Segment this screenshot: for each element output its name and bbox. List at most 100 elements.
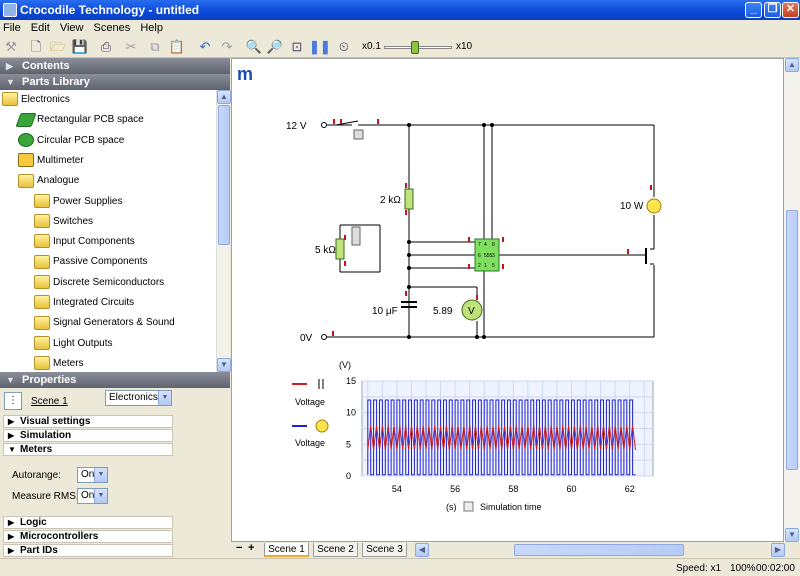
capacitor-icon[interactable] xyxy=(401,301,417,337)
transistor-icon[interactable] xyxy=(645,248,654,265)
tree-scroll-thumb[interactable] xyxy=(218,105,230,245)
ground-label: 0V xyxy=(300,333,313,344)
tree-item-label: Meters xyxy=(53,357,84,369)
timer-icon[interactable]: ⏲ xyxy=(335,38,353,56)
expanded-arrow-icon: ▼ xyxy=(6,77,15,87)
collapsed-arrow-icon: ▶ xyxy=(6,61,13,71)
tab-scene-1[interactable]: Scene 1 xyxy=(264,543,309,557)
menu-edit[interactable]: Edit xyxy=(28,20,54,34)
tree-item[interactable]: Integrated Circuits xyxy=(34,294,134,312)
remove-scene-button[interactable]: − xyxy=(236,542,242,554)
tree-item[interactable]: Electronics xyxy=(2,91,70,109)
parts-library-label: Parts Library xyxy=(22,76,90,88)
canvas-h-scroll-thumb[interactable] xyxy=(514,544,684,556)
tree-item[interactable]: Input Components xyxy=(34,233,135,251)
pause-icon[interactable]: ❚❚ xyxy=(309,38,331,56)
paste-icon[interactable]: 📋 xyxy=(168,38,186,56)
new-file-icon[interactable]: 🗋 xyxy=(27,38,45,56)
tab-scene-3[interactable]: Scene 3 xyxy=(362,543,407,557)
scroll-down-button[interactable]: ▼ xyxy=(217,358,231,372)
undo-icon[interactable]: ↶ xyxy=(196,38,214,56)
tree-item[interactable]: Meters xyxy=(34,355,84,370)
menu-file[interactable]: File xyxy=(0,20,25,34)
scene-type-select[interactable]: Electronics ▼ xyxy=(105,390,172,406)
expanded-arrow-icon: ▼ xyxy=(8,445,16,454)
lamp-icon[interactable] xyxy=(646,198,662,214)
zoom-fit-icon[interactable]: ⊡ xyxy=(288,38,306,56)
measure-rms-label: Measure RMS: xyxy=(12,491,79,502)
collapsed-arrow-icon: ▶ xyxy=(8,518,15,527)
group-part-ids[interactable]: ▶ Part IDs xyxy=(3,544,173,557)
group-microcontrollers[interactable]: ▶ Microcontrollers xyxy=(3,530,173,543)
speed-slider-thumb[interactable] xyxy=(411,41,419,54)
supply-terminal-icon xyxy=(321,122,327,340)
tree-item[interactable]: Analogue xyxy=(18,172,79,190)
tree-item-label: Input Components xyxy=(53,236,135,248)
tree-item[interactable]: Passive Components xyxy=(34,253,148,271)
copy-icon[interactable]: ⧉ xyxy=(146,38,164,56)
tree-item[interactable]: Rectangular PCB space xyxy=(15,111,144,129)
scroll-up-button[interactable]: ▲ xyxy=(217,90,231,104)
x-unit-dropdown-icon[interactable] xyxy=(463,501,474,512)
menu-scenes[interactable]: Scenes xyxy=(91,20,135,34)
group-label: Part IDs xyxy=(20,545,58,556)
tree-item[interactable]: Circular PCB space xyxy=(18,132,124,150)
tree-item[interactable]: Signal Generators & Sound xyxy=(34,314,175,332)
voltmeter-icon[interactable]: V xyxy=(461,299,483,321)
tree-item[interactable]: Light Outputs xyxy=(34,335,112,353)
tree-item[interactable]: Switches xyxy=(34,213,93,231)
scene-name[interactable]: Scene 1 xyxy=(31,396,68,407)
minimize-button[interactable]: _ xyxy=(745,2,762,18)
restore-button[interactable]: ❐ xyxy=(764,2,781,18)
print-icon[interactable]: ⎙ xyxy=(97,38,115,56)
scroll-up-button[interactable]: ▲ xyxy=(785,58,799,72)
scroll-down-button[interactable]: ▼ xyxy=(785,528,799,542)
tab-scene-2[interactable]: Scene 2 xyxy=(313,543,358,557)
graph-legend: Voltage Voltage xyxy=(292,379,329,448)
resistor-icon[interactable] xyxy=(404,188,414,210)
voltage-graph[interactable]: 54 56 58 60 62 0 5 10 15 (V) (s) Simulation time xyxy=(339,360,654,512)
zoom-in-icon[interactable]: 🔍 xyxy=(245,38,263,56)
add-scene-button[interactable]: + xyxy=(248,542,254,554)
group-meters[interactable]: ▼ Meters xyxy=(3,443,173,456)
canvas-scroll-thumb[interactable] xyxy=(786,210,798,470)
contents-header[interactable]: ▶ Contents xyxy=(0,58,230,74)
tree-item[interactable]: Discrete Semiconductors xyxy=(34,274,164,292)
menu-view[interactable]: View xyxy=(57,20,88,34)
group-logic[interactable]: ▶ Logic xyxy=(3,516,173,529)
group-simulation[interactable]: ▶ Simulation xyxy=(3,429,173,442)
measure-rms-select[interactable]: On ▼ xyxy=(77,488,108,504)
menu-help[interactable]: Help xyxy=(137,20,167,34)
title-bar: Crocodile Technology - untitled _ ❐ ✕ xyxy=(0,0,800,20)
autorange-label: Autorange: xyxy=(12,470,61,481)
redo-icon[interactable]: ↷ xyxy=(218,38,236,56)
canvas-vertical-scrollbar[interactable]: ▲ ▼ xyxy=(784,58,800,542)
multimeter-icon xyxy=(18,153,34,168)
ic-pin-label: 7 xyxy=(478,242,481,248)
scroll-right-button[interactable]: ▶ xyxy=(771,543,785,557)
cut-icon[interactable]: ✂ xyxy=(122,38,140,56)
group-visual-settings[interactable]: ▶ Visual settings xyxy=(3,415,173,428)
save-icon[interactable]: 💾 xyxy=(71,38,89,56)
tree-item[interactable]: Multimeter xyxy=(18,152,84,170)
speed-slider[interactable] xyxy=(384,41,452,55)
zoom-out-icon[interactable]: 🔎 xyxy=(266,38,284,56)
close-button[interactable]: ✕ xyxy=(782,2,799,18)
scroll-left-button[interactable]: ◀ xyxy=(415,543,429,557)
parts-library-header[interactable]: ▼ Parts Library xyxy=(0,74,230,90)
open-folder-icon[interactable]: 🗁 xyxy=(49,38,67,56)
properties-header[interactable]: ▼ Properties xyxy=(0,372,230,388)
x-axis-label: Simulation time xyxy=(480,502,542,512)
circuit-canvas[interactable]: m 12 V 0V 2 kΩ 5 kΩ 7 4 8 6 555 3 2 1 5 … xyxy=(231,58,784,542)
y-tick-label: 15 xyxy=(346,376,356,386)
autorange-select[interactable]: On ▼ xyxy=(77,467,108,483)
folder-icon xyxy=(34,193,50,208)
toolbox-icon[interactable]: ⚒ xyxy=(2,38,20,56)
tree-item[interactable]: Power Supplies xyxy=(34,193,122,211)
ic-555-chip[interactable]: 7 4 8 6 555 3 2 1 5 xyxy=(474,238,500,272)
status-speed: Speed: x1 xyxy=(676,563,722,574)
tree-scrollbar[interactable]: ▲ ▼ xyxy=(216,90,231,372)
speed-min-label: x0.1 xyxy=(362,41,381,52)
group-label: Microcontrollers xyxy=(20,531,99,542)
parts-tree: Electronics Rectangular PCB space Circular… xyxy=(0,90,216,370)
